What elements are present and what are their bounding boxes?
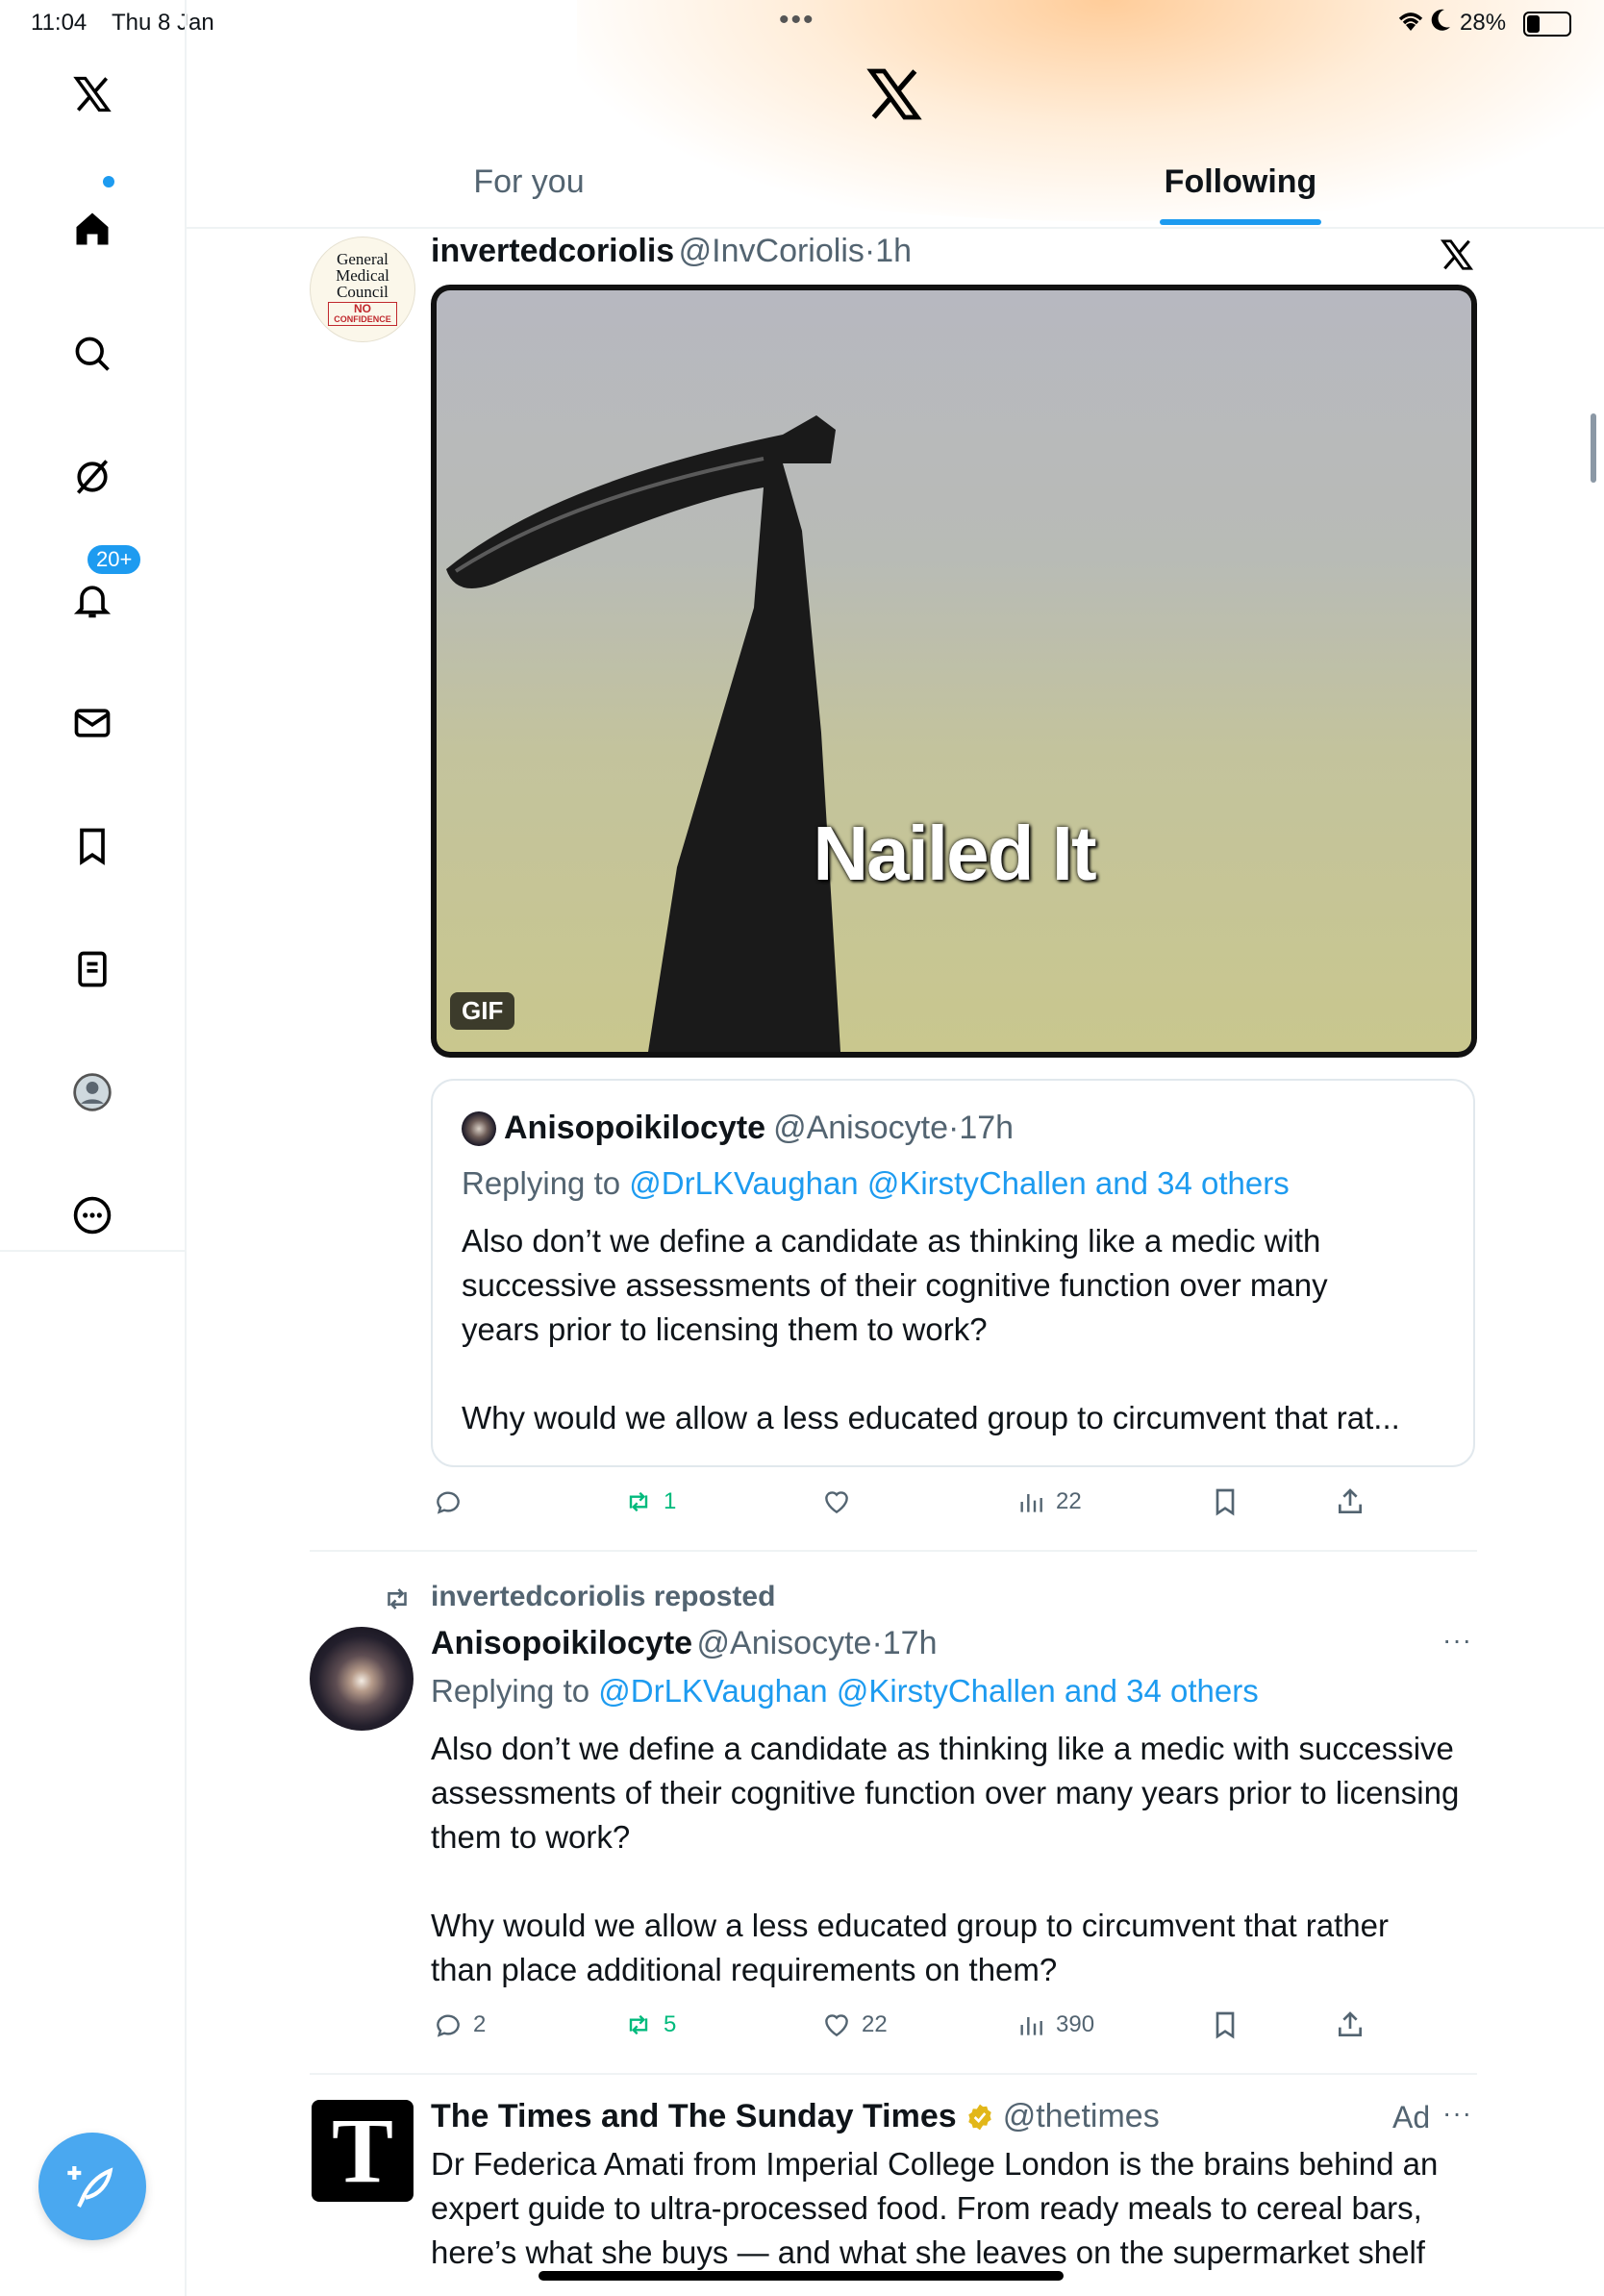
replying-to-link[interactable]: @DrLKVaughan @KirstyChallen and 34 other…	[629, 1165, 1289, 1201]
replying-label: Replying to	[462, 1165, 621, 1201]
views-button[interactable]: 22	[1015, 1486, 1082, 1517]
reply-icon	[437, 2014, 460, 2037]
notifications-badge: 20+	[85, 542, 144, 577]
bookmark-button[interactable]	[1210, 1486, 1241, 1517]
x-logo-icon[interactable]	[63, 65, 121, 123]
bookmark-icon	[1216, 2011, 1235, 2039]
bookmark-icon[interactable]	[63, 817, 121, 875]
repost-button[interactable]: 5	[623, 2009, 676, 2040]
tweet-more-icon[interactable]: ···	[1442, 2098, 1472, 2129]
author-name[interactable]: The Times and The Sunday Times	[431, 2098, 957, 2135]
tweet-divider	[310, 2073, 1477, 2075]
moon-icon	[1431, 8, 1452, 39]
tweet-header: The Times and The Sunday Times @thetimes	[431, 2098, 1160, 2135]
views-button[interactable]: 390	[1015, 2009, 1094, 2040]
repost-icon	[629, 1491, 648, 1512]
avatar[interactable]: T	[312, 2100, 414, 2202]
status-time: 11:04	[31, 10, 88, 36]
verified-icon	[967, 2104, 991, 2130]
x-logo-icon	[864, 63, 925, 130]
wifi-icon	[1396, 8, 1425, 39]
replying-label: Replying to	[431, 1673, 590, 1709]
tab-active-indicator	[1160, 219, 1321, 225]
reply-button[interactable]: 2	[433, 2009, 486, 2040]
home-icon[interactable]	[63, 200, 121, 258]
share-icon	[1339, 2011, 1362, 2036]
gif-caption: Nailed It	[813, 811, 1096, 896]
tweet-more-icon[interactable]: ···	[1442, 1625, 1472, 1656]
profile-icon[interactable]	[63, 1063, 121, 1121]
views-icon	[1020, 2017, 1042, 2035]
multitask-dots[interactable]: •••	[779, 4, 815, 37]
x-logo-icon	[1439, 237, 1475, 278]
scrollbar-thumb[interactable]	[1591, 413, 1596, 483]
author-name[interactable]: invertedcoriolis	[431, 233, 674, 269]
replying-to-link[interactable]: @DrLKVaughan @KirstyChallen and 34 other…	[598, 1673, 1258, 1709]
tab-for-you[interactable]: For you	[414, 163, 644, 201]
views-icon	[1020, 1494, 1042, 1512]
avatar[interactable]	[310, 1627, 414, 1731]
pickaxe-image	[446, 415, 840, 1052]
author-handle[interactable]: @thetimes	[1003, 2098, 1160, 2135]
mail-icon[interactable]	[63, 694, 121, 752]
tweet-header: Anisopoikilocyte @Anisocyte·17h	[431, 1625, 938, 1661]
like-icon	[825, 1491, 848, 1514]
tweet-divider	[310, 1550, 1477, 1552]
like-button[interactable]	[821, 1486, 862, 1517]
home-indicator[interactable]	[539, 2271, 1064, 2281]
repost-icon	[381, 1583, 414, 1620]
author-handle[interactable]: @Anisocyte	[697, 1625, 872, 1661]
avatar[interactable]: General Medical Council NO CONFIDENCE	[310, 237, 415, 342]
reply-button[interactable]	[433, 1486, 473, 1517]
tab-following[interactable]: Following	[1125, 163, 1356, 201]
ad-label: Ad	[1392, 2100, 1431, 2134]
quote-tweet[interactable]: Anisopoikilocyte @Anisocyte · 17h Replying…	[431, 1079, 1475, 1467]
author-name[interactable]: Anisopoikilocyte	[431, 1625, 692, 1661]
bookmark-button[interactable]	[1210, 2009, 1241, 2040]
gif-badge: GIF	[450, 992, 515, 1030]
lists-icon[interactable]	[63, 940, 121, 998]
quote-time: 17h	[959, 1110, 1015, 1146]
quote-author-name: Anisopoikilocyte	[504, 1110, 766, 1146]
like-button[interactable]: 22	[821, 2009, 888, 2040]
search-icon[interactable]	[63, 325, 121, 383]
share-button[interactable]	[1335, 2009, 1366, 2040]
status-date: Thu 8 Jan	[112, 10, 214, 36]
sidebar-divider	[185, 0, 187, 2296]
reply-icon	[437, 1491, 460, 1514]
repost-button[interactable]: 1	[623, 1486, 676, 1517]
tweet-media[interactable]: Nailed It GIF	[431, 285, 1477, 1058]
tweet-text: Also don’t we define a candidate as thin…	[431, 1731, 1460, 1855]
tweet-header: invertedcoriolis @InvCoriolis·1h	[431, 233, 913, 269]
quote-avatar	[462, 1111, 496, 1146]
bookmark-icon	[1216, 1488, 1235, 1516]
sidebar	[0, 46, 185, 2296]
author-handle[interactable]: @InvCoriolis	[679, 233, 865, 269]
tweet-text-2: Why would we allow a less educated group…	[431, 1908, 1389, 1987]
header-divider	[187, 227, 1604, 229]
home-unread-dot	[103, 176, 114, 187]
tweet-text: Dr Federica Amati from Imperial College …	[431, 2146, 1439, 2270]
more-icon[interactable]	[63, 1186, 121, 1244]
quote-text: Also don’t we define a candidate as thin…	[462, 1223, 1328, 1347]
like-icon	[825, 2014, 848, 2037]
grok-icon[interactable]	[63, 448, 121, 506]
bell-icon[interactable]	[63, 571, 121, 629]
share-button[interactable]	[1335, 1486, 1366, 1517]
status-bar: 11:04 Thu 8 Jan ••• 28%	[0, 0, 1604, 46]
compose-icon	[67, 2166, 113, 2208]
battery-percent: 28%	[1460, 10, 1507, 36]
compose-button[interactable]	[38, 2133, 146, 2240]
repost-icon	[629, 2014, 648, 2035]
quote-author-handle: @Anisocyte	[773, 1110, 948, 1146]
tweet-time: 1h	[875, 233, 913, 269]
battery-icon	[1523, 12, 1571, 37]
tweet-time: 17h	[882, 1625, 938, 1661]
repost-label[interactable]: invertedcoriolis reposted	[431, 1581, 775, 1613]
share-icon	[1339, 1488, 1362, 1513]
quote-text-more: Why would we allow a less educated group…	[462, 1400, 1400, 1435]
